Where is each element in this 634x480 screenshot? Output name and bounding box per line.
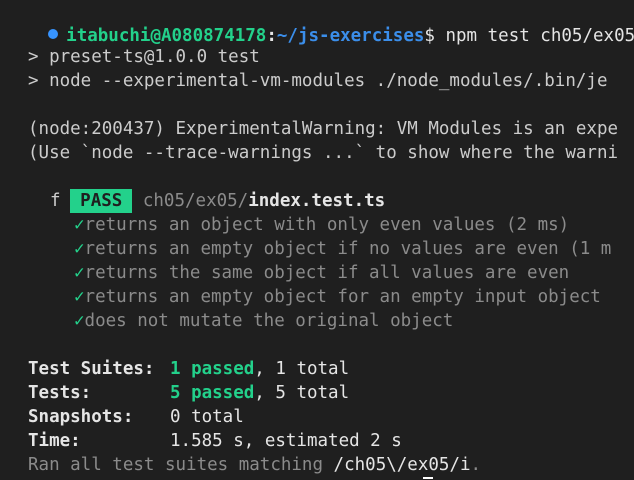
script-line: > preset-ts@1.0.0 test — [28, 47, 260, 67]
test-case-row: ✓returns an empty object if no values ar… — [74, 237, 611, 261]
summary-value: 1.585 s, estimated 2 s — [170, 431, 402, 451]
test-case-row: ✓does not mutate the original object — [74, 309, 453, 333]
prompt-path: ~/js-exercises — [276, 26, 425, 46]
test-case-row: ✓returns the same object if all values a… — [74, 261, 569, 285]
summary-label: Tests: — [28, 383, 92, 403]
test-file-name: index.test.ts — [248, 191, 386, 211]
summary-time: Time: 1.585 s, estimated 2 s — [28, 429, 402, 453]
pass-badge: PASS — [70, 189, 133, 213]
check-icon: ✓ — [74, 287, 85, 307]
check-icon: ✓ — [74, 263, 85, 283]
prompt-symbol: $ — [424, 26, 435, 46]
summary-label: Test Suites: — [28, 359, 155, 379]
ran-prefix: Ran all test suites matching — [28, 455, 334, 475]
summary-passed: 1 passed — [170, 359, 255, 379]
text-cursor — [423, 477, 433, 479]
test-file-dir: ch05/ex05/ — [142, 191, 249, 211]
ran-suffix: . — [470, 455, 482, 475]
summary-snapshots: Snapshots: 0 total — [28, 405, 244, 429]
terminal-window[interactable]: itabuchi@A080874178:~/js-exercises$ npm … — [0, 0, 634, 480]
summary-total: , 5 total — [254, 383, 350, 403]
summary-suites: Test Suites: 1 passed, 1 total — [28, 357, 349, 381]
test-case-row: ✓returns an object with only even values… — [74, 213, 569, 237]
test-case-label: returns an empty object for an empty inp… — [84, 287, 601, 307]
summary-total: , 1 total — [254, 359, 350, 379]
test-case-label: does not mutate the original object — [84, 311, 454, 331]
test-case-label: returns the same object if all values ar… — [84, 263, 570, 283]
test-case-label: returns an empty object if no values are… — [84, 239, 612, 259]
ran-pattern: /ch05\/ex05/i — [333, 455, 471, 475]
test-case-label: returns an object with only even values … — [84, 215, 570, 235]
test-case-row: ✓returns an empty object for an empty in… — [74, 285, 601, 309]
prompt-separator: : — [266, 26, 277, 46]
warning-line: (node:200437) ExperimentalWarning: VM Mo… — [28, 119, 619, 139]
summary-value: 0 total — [170, 407, 244, 427]
summary-label: Time: — [28, 431, 81, 451]
prompt-command: npm test ch05/ex05 — [434, 26, 634, 46]
summary-tests: Tests: 5 passed, 5 total — [28, 381, 349, 405]
warning-line: (Use `node --trace-warnings ...` to show… — [28, 143, 619, 163]
check-icon: ✓ — [74, 215, 85, 235]
check-icon: ✓ — [74, 311, 85, 331]
prompt-user-host: itabuchi@A080874178 — [66, 26, 267, 46]
describe-name: f — [50, 191, 61, 211]
prompt-line: itabuchi@A080874178:~/js-exercises$ npm … — [0, 0, 634, 46]
status-dot-icon — [48, 29, 59, 39]
check-icon: ✓ — [74, 239, 85, 259]
summary-label: Snapshots: — [28, 407, 134, 427]
ran-all-line: Ran all test suites matching /ch05\/ex05… — [28, 453, 481, 477]
script-line: > node --experimental-vm-modules ./node_… — [28, 71, 608, 91]
summary-passed: 5 passed — [170, 383, 255, 403]
test-result-line: PASS ch05/ex05/index.test.ts — [28, 165, 385, 213]
